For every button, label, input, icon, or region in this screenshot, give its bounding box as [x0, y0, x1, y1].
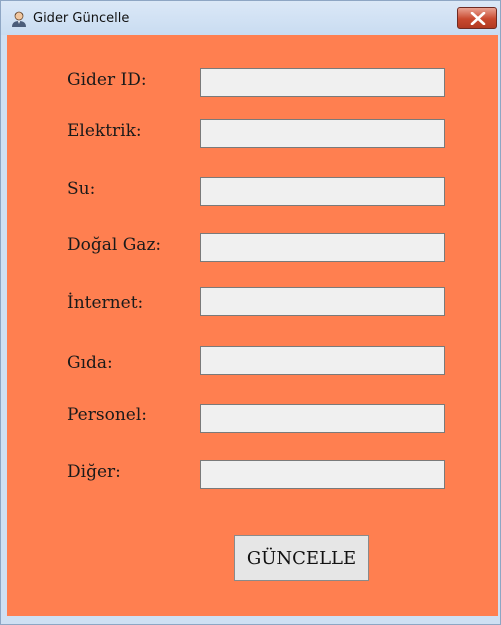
field-label-internet: İnternet:: [67, 293, 144, 313]
field-label-elektrik: Elektrik:: [67, 121, 142, 141]
field-label-gida: Gıda:: [67, 353, 113, 373]
window-bottom-border: [1, 616, 500, 624]
field-label-personel: Personel:: [67, 405, 147, 425]
field-label-dogal-gaz: Doğal Gaz:: [67, 235, 162, 255]
personel-input[interactable]: [200, 404, 445, 433]
field-label-diger: Diğer:: [67, 462, 121, 482]
field-label-gider-id: Gider ID:: [67, 70, 147, 90]
gider-id-input[interactable]: [200, 68, 445, 97]
user-icon: [10, 10, 28, 28]
dogal-gaz-input[interactable]: [200, 233, 445, 262]
elektrik-input[interactable]: [200, 119, 445, 148]
gider-guncelle-window: Gider Güncelle Gider ID: Elektrik: Su: D…: [0, 0, 501, 625]
expense-form: Gider ID: Elektrik: Su: Doğal Gaz: İnter…: [7, 35, 498, 616]
window-title: Gider Güncelle: [33, 11, 130, 26]
internet-input[interactable]: [200, 287, 445, 316]
su-input[interactable]: [200, 177, 445, 206]
diger-input[interactable]: [200, 460, 445, 489]
close-icon: [470, 12, 486, 25]
field-label-su: Su:: [67, 179, 96, 199]
title-bar[interactable]: Gider Güncelle: [1, 1, 500, 35]
gida-input[interactable]: [200, 346, 445, 375]
guncelle-button[interactable]: GÜNCELLE: [234, 535, 369, 581]
close-button[interactable]: [457, 7, 497, 29]
